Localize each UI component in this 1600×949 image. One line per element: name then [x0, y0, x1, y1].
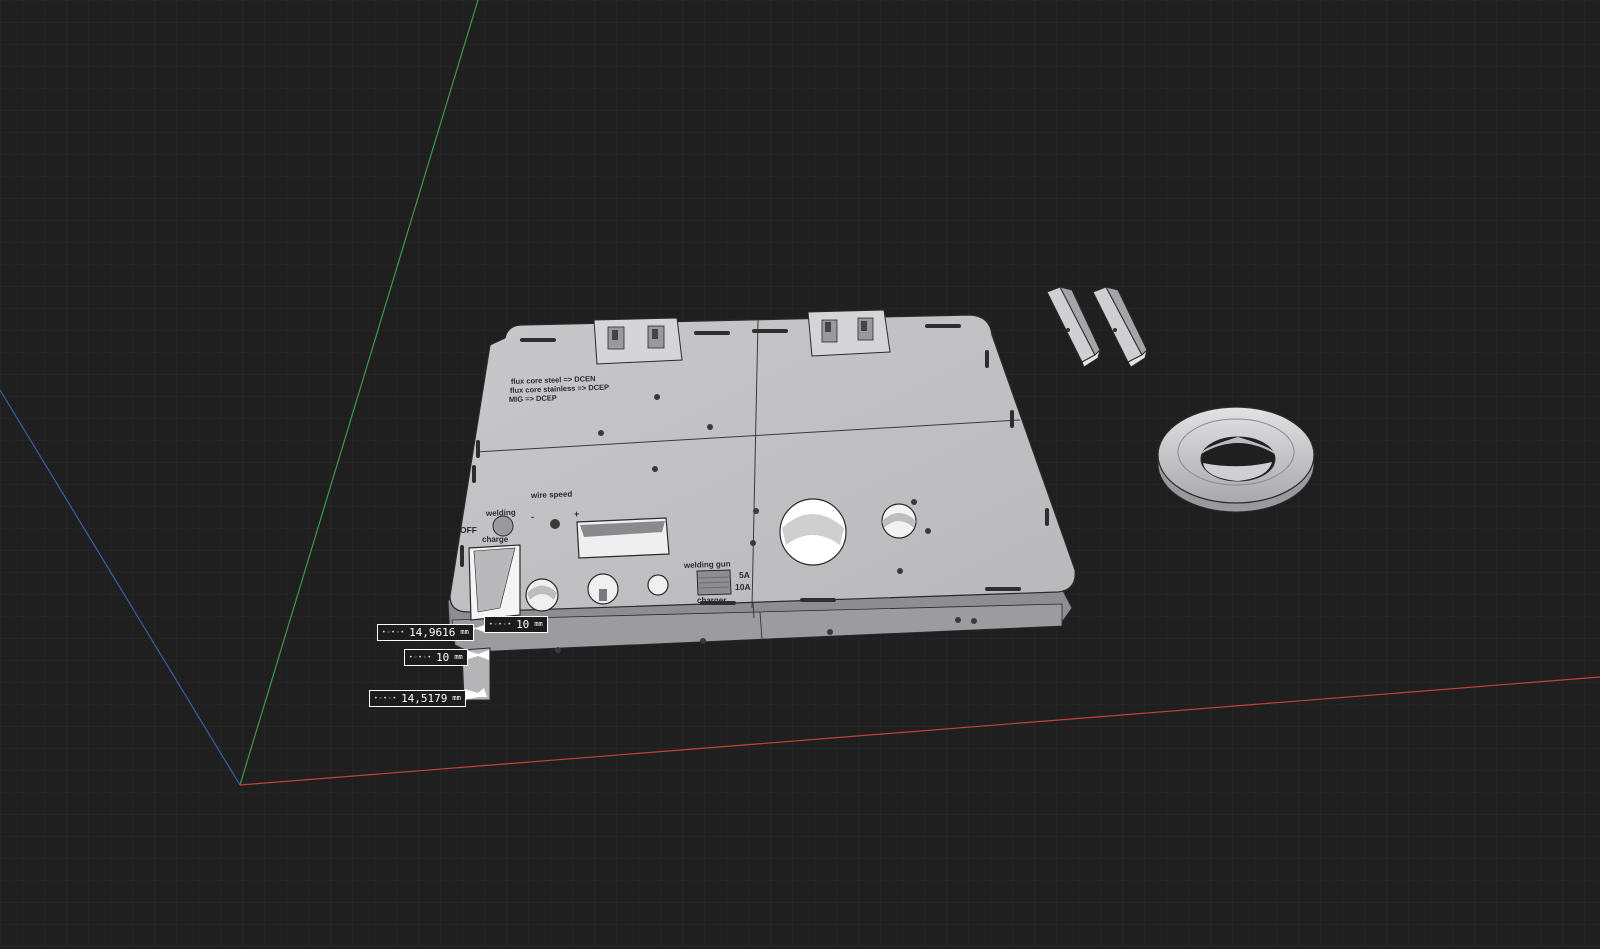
measure-handle-icon[interactable]: •◦•◦• [489, 616, 512, 633]
dimension-d-value: 14,5179 [401, 692, 448, 705]
label-5a: 5A [739, 570, 750, 580]
measure-handle-icon[interactable]: •◦•◦• [374, 690, 397, 707]
dimension-d-label[interactable]: •◦•◦• 14,5179 mm [369, 690, 466, 707]
dimension-c-unit: mm [454, 653, 463, 661]
label-welding-gun: welding gun [683, 559, 731, 570]
label-10a: 10A [735, 582, 751, 592]
label-off: OFF [460, 525, 477, 535]
dimension-d-unit: mm [452, 694, 461, 702]
dimension-a-value: 14,9616 [409, 626, 456, 639]
dimension-b-value: 10 [516, 618, 530, 631]
label-minus: - [531, 512, 534, 522]
dimension-b-unit: mm [534, 620, 543, 628]
label-polarity-3: MIG => DCEP [509, 393, 557, 404]
plate-top-face [449, 314, 1076, 613]
3d-viewport[interactable]: flux core steel => DCEN flux core stainl… [0, 0, 1600, 949]
hinge-right[interactable] [807, 309, 891, 357]
label-charge: charge [482, 535, 509, 544]
measure-handle-icon[interactable]: •◦•◦• [409, 649, 432, 666]
scene-canvas[interactable]: flux core steel => DCEN flux core stainl… [0, 0, 1600, 949]
label-wire-speed: wire speed [530, 490, 573, 500]
measure-handle-icon[interactable]: •◦•◦• [382, 624, 405, 641]
dimension-c-label[interactable]: •◦•◦• 10 mm [404, 649, 468, 666]
label-plus: + [574, 509, 579, 519]
label-welding: welding [485, 508, 516, 518]
ring-part[interactable] [1157, 406, 1315, 513]
dimension-c-value: 10 [436, 651, 450, 664]
dimension-a-label[interactable]: •◦•◦• 14,9616 mm [377, 624, 474, 641]
dimension-a-unit: mm [460, 628, 469, 636]
dimension-b-label[interactable]: •◦•◦• 10 mm [484, 616, 548, 633]
hinge-left[interactable] [593, 317, 683, 365]
label-charger: charger [697, 596, 726, 605]
